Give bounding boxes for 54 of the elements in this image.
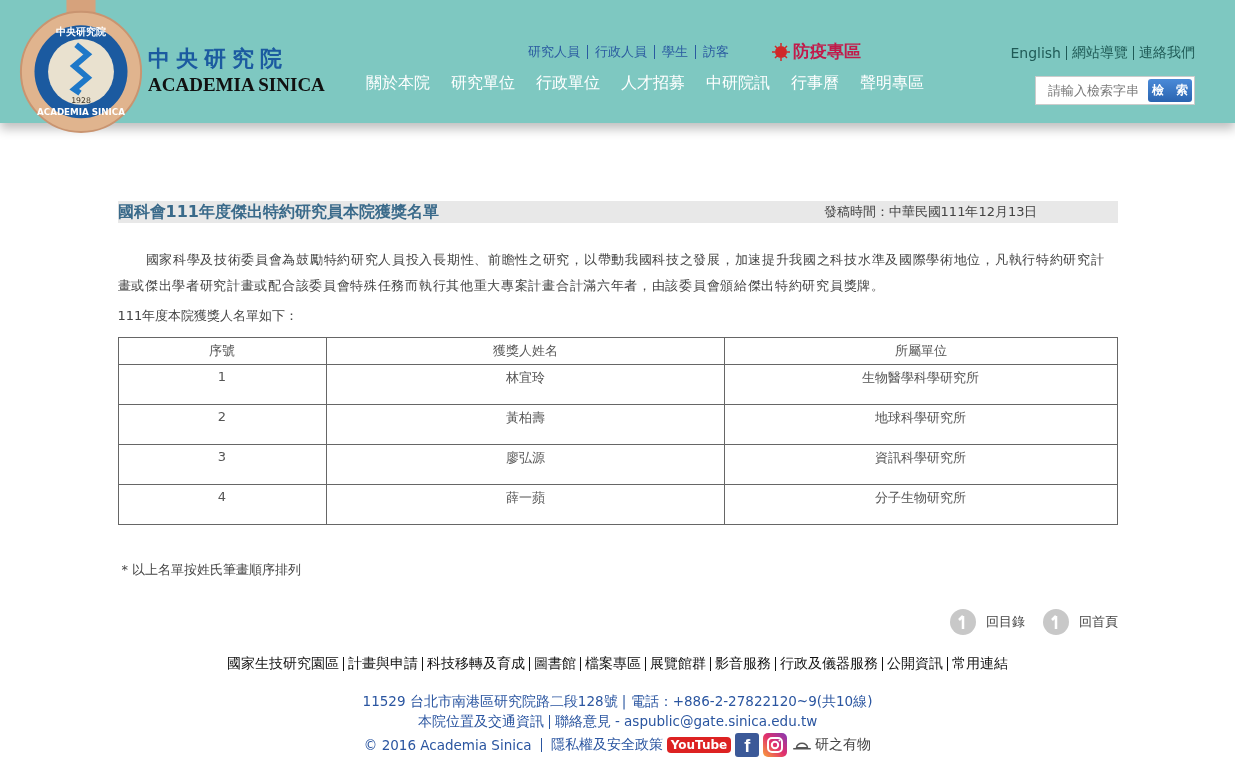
table-cell: 資訊科學研究所	[724, 444, 1117, 485]
footer-link[interactable]: 行政及儀器服務	[780, 655, 878, 673]
table-cell: 2	[118, 404, 326, 445]
footer-link[interactable]: 公開資訊	[887, 655, 943, 673]
footer-link[interactable]: 常用連結	[952, 655, 1008, 673]
table-cell: 生物醫學科學研究所	[724, 364, 1117, 405]
column-header: 序號	[118, 337, 326, 365]
logo-chinese-name[interactable]: 中央研究院	[148, 44, 338, 74]
column-header: 所屬單位	[724, 337, 1117, 365]
back-link[interactable]: 回首頁	[1042, 609, 1118, 635]
footer-link[interactable]: 計畫與申請	[348, 655, 418, 673]
back-link[interactable]: 回目錄	[949, 609, 1025, 635]
facebook-link[interactable]: f	[735, 733, 760, 757]
search-bar[interactable]: 請輸入檢索字串 檢 索	[1035, 76, 1195, 105]
column-header: 獲獎人姓名	[326, 337, 724, 365]
table-cell: 黃柏壽	[326, 404, 724, 445]
location-link[interactable]: 本院位置及交通資訊	[417, 713, 544, 731]
footer-link[interactable]: 圖書館	[534, 655, 576, 673]
footer-link[interactable]: 影音服務	[715, 655, 771, 673]
table-cell: 廖弘源	[326, 444, 724, 485]
sort-note: * 以上名單按姓氏筆畫順序排列	[121, 561, 303, 579]
audience-link[interactable]: 學生	[662, 42, 688, 61]
footer-link[interactable]: 科技移轉及育成	[427, 655, 525, 673]
audience-link[interactable]: 研究人員	[528, 42, 580, 61]
research-link[interactable]: 研之有物	[791, 736, 872, 754]
table-cell: 3	[118, 444, 326, 485]
list-intro: 111年度本院獲獎人名單如下：	[117, 307, 300, 325]
article-paragraph: 國家科學及技術委員會為鼓勵特約研究人員投入長期性、前瞻性之研究，以帶動我國科技之發展，加速提升我國之科技水準及國際學術地位，凡執行特約研究計畫或傑出學者研究計畫或配合該委員會特殊任務而執行其他重大專案計畫合計滿六年者，由該委員會頒給傑出特約研究員獎牌。	[117, 251, 1106, 295]
utility-link[interactable]: 網站導覽	[1072, 44, 1128, 62]
privacy-link[interactable]: 隱私權及安全政策	[550, 736, 663, 754]
footer-link[interactable]: 國家生技研究園區	[227, 655, 339, 673]
audience-link[interactable]: 訪客	[703, 42, 729, 61]
copyright-text: © 2016 Academia Sinica	[363, 737, 532, 753]
table-cell: 4	[118, 484, 326, 525]
virus-icon	[771, 41, 791, 62]
logo-english-name[interactable]: ACADEMIA SINICA	[148, 74, 338, 96]
footer-link[interactable]: 展覽館群	[650, 655, 706, 673]
youtube-link[interactable]: YouTube	[666, 737, 732, 753]
feedback-link[interactable]: 聯絡意見 - aspublic@gate.sinica.edu.tw	[554, 713, 818, 731]
address-text: 11529 台北市南港區研究院路二段128號 | 電話：+886-2-27822120~9(共10線)	[362, 693, 873, 709]
utility-link[interactable]: 連絡我們	[1139, 44, 1195, 62]
table-cell: 分子生物研究所	[724, 484, 1117, 525]
epidemic-link[interactable]: 防疫專區	[771, 40, 861, 63]
footer-link[interactable]: 檔案專區	[585, 655, 641, 673]
instagram-icon[interactable]	[763, 733, 788, 757]
search-button[interactable]: 檢 索	[1148, 79, 1192, 102]
table-cell: 1	[118, 364, 326, 405]
article-title: 國科會111年度傑出特約研究員本院獲獎名單	[117, 201, 439, 223]
table-cell: 薛一蘋	[326, 484, 724, 525]
publish-date: 發稿時間：中華民國111年12月13日	[823, 203, 1038, 221]
table-cell: 林宜玲	[326, 364, 724, 405]
table-cell: 地球科學研究所	[724, 404, 1117, 445]
utility-link[interactable]: English	[1010, 45, 1061, 61]
audience-link[interactable]: 行政人員	[595, 42, 647, 61]
